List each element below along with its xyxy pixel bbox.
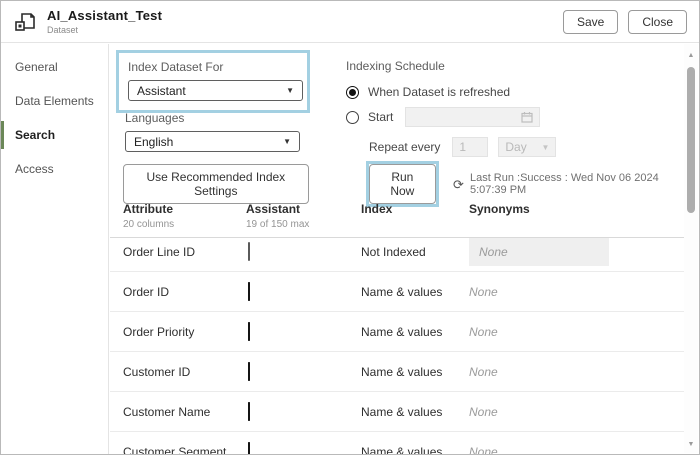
column-index: Index xyxy=(361,202,393,216)
repeat-row: Repeat every 1 Day ▼ xyxy=(369,137,646,157)
when-refreshed-radio[interactable] xyxy=(346,85,359,99)
index-status: Name & values xyxy=(361,364,443,379)
search-settings-panel: Index Dataset For Assistant ▼ Languages … xyxy=(110,44,684,454)
assistant-checkbox[interactable] xyxy=(248,401,250,421)
synonyms-field[interactable]: None xyxy=(469,405,498,419)
assistant-checkbox[interactable] xyxy=(248,241,250,261)
column-assistant: Assistant xyxy=(246,202,301,216)
index-dataset-for-label: Index Dataset For xyxy=(128,60,224,74)
header: AI_Assistant_Test Dataset Save Close xyxy=(1,1,699,43)
table-row: Customer Name Name & values None xyxy=(110,392,684,432)
refresh-option-row: When Dataset is refreshed xyxy=(346,85,646,99)
indexing-schedule-title: Indexing Schedule xyxy=(346,59,445,73)
last-run-text: Last Run :Success : Wed Nov 06 2024 5:07… xyxy=(469,172,659,196)
synonyms-field[interactable]: None xyxy=(469,285,498,299)
index-status: Name & values xyxy=(361,324,443,339)
dataset-icon xyxy=(15,12,35,31)
assistant-checkbox[interactable] xyxy=(248,281,250,301)
index-status: Name & values xyxy=(361,284,443,299)
scroll-down-arrow-icon[interactable]: ▼ xyxy=(684,441,698,448)
run-now-callout: Run Now xyxy=(365,161,440,207)
table-row: Order ID Name & values None xyxy=(110,272,684,312)
table-row: Order Line ID Not Indexed None xyxy=(110,232,684,272)
attribute-name: Customer Name xyxy=(123,404,211,419)
synonyms-field[interactable]: None xyxy=(469,365,498,379)
vertical-scrollbar: ▲ ▼ xyxy=(684,44,698,453)
repeat-unit-select: Day ▼ xyxy=(498,137,557,157)
sidebar: General Data Elements Search Access xyxy=(1,44,109,454)
page-title: AI_Assistant_Test xyxy=(47,8,163,23)
synonyms-field[interactable]: None xyxy=(469,237,609,266)
actions-row: Use Recommended Index Settings Run Now ⟳… xyxy=(123,161,684,207)
close-button[interactable]: Close xyxy=(628,9,687,34)
index-status: Name & values xyxy=(361,444,443,455)
synonyms-field[interactable]: None xyxy=(469,445,498,455)
index-status: Name & values xyxy=(361,404,443,419)
sidebar-item-access[interactable]: Access xyxy=(1,152,108,186)
attribute-name: Order Priority xyxy=(123,324,195,339)
start-radio[interactable] xyxy=(346,110,359,124)
scroll-up-arrow-icon[interactable]: ▲ xyxy=(684,52,698,59)
chevron-down-icon: ▼ xyxy=(541,142,550,152)
repeat-every-label: Repeat every xyxy=(369,140,441,154)
synonyms-field[interactable]: None xyxy=(469,325,498,339)
sidebar-item-general[interactable]: General xyxy=(1,50,108,84)
assistant-checkbox[interactable] xyxy=(248,361,250,381)
index-dataset-for-value: Assistant xyxy=(137,83,186,98)
start-label: Start xyxy=(368,110,394,124)
repeat-value-input: 1 xyxy=(452,137,489,157)
languages-select[interactable]: English ▼ xyxy=(125,131,300,152)
column-attribute-sub: 20 columns xyxy=(123,219,175,230)
calendar-icon xyxy=(521,112,533,123)
index-dataset-for-callout: Index Dataset For Assistant ▼ xyxy=(116,50,310,113)
attribute-name: Order ID xyxy=(123,284,170,299)
languages-label: Languages xyxy=(125,111,185,125)
page-subtitle: Dataset xyxy=(47,25,79,35)
chevron-down-icon: ▼ xyxy=(283,137,291,146)
when-refreshed-label: When Dataset is refreshed xyxy=(368,85,511,99)
dataset-editor-window: AI_Assistant_Test Dataset Save Close Gen… xyxy=(0,0,700,455)
scrollbar-thumb[interactable] xyxy=(687,67,695,213)
sidebar-item-data-elements[interactable]: Data Elements xyxy=(1,84,108,118)
attributes-table-body: Order Line ID Not Indexed None Order ID … xyxy=(110,232,684,455)
table-row: Customer Segment Name & values None xyxy=(110,432,684,455)
refresh-icon: ⟳ xyxy=(453,176,464,192)
attribute-name: Customer Segment xyxy=(123,444,227,455)
run-now-button[interactable]: Run Now xyxy=(368,164,437,204)
use-recommended-settings-button[interactable]: Use Recommended Index Settings xyxy=(123,164,309,204)
assistant-checkbox[interactable] xyxy=(248,441,250,454)
column-attribute: Attribute xyxy=(123,202,173,216)
start-option-row: Start xyxy=(346,107,646,127)
column-assistant-sub: 19 of 150 max xyxy=(246,219,310,230)
sidebar-item-search[interactable]: Search xyxy=(1,118,108,152)
indexing-schedule-section: Indexing Schedule When Dataset is refres… xyxy=(346,59,646,157)
chevron-down-icon: ▼ xyxy=(286,86,294,95)
attribute-name: Customer ID xyxy=(123,364,191,379)
assistant-checkbox[interactable] xyxy=(248,321,250,341)
languages-value: English xyxy=(134,134,174,149)
attribute-name: Order Line ID xyxy=(123,244,196,259)
table-row: Order Priority Name & values None xyxy=(110,312,684,352)
column-synonyms: Synonyms xyxy=(469,202,530,216)
table-row: Customer ID Name & values None xyxy=(110,352,684,392)
save-button[interactable]: Save xyxy=(562,9,619,34)
last-run-status: ⟳ Last Run :Success : Wed Nov 06 2024 5:… xyxy=(453,172,684,196)
start-date-input xyxy=(405,107,541,127)
languages-field: Languages English ▼ xyxy=(125,111,300,152)
index-dataset-for-select[interactable]: Assistant ▼ xyxy=(128,80,303,101)
index-status: Not Indexed xyxy=(361,244,426,259)
